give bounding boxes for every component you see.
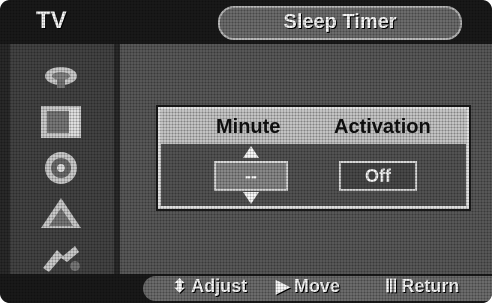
sidebar-item-sound[interactable]: [28, 148, 94, 188]
move-hint-label: Move: [293, 276, 340, 296]
return-hint: Ⅲ Return: [385, 276, 459, 297]
adjust-hint: ⬍ Adjust: [172, 276, 247, 297]
dialog-header: Minute Activation: [161, 110, 466, 144]
top-bar: TV Sleep Timer: [0, 0, 492, 44]
activation-column-label: Activation: [334, 116, 431, 138]
menu-title: TV: [36, 7, 67, 34]
setup-icon: [43, 246, 80, 272]
adjust-hint-label: Adjust: [191, 276, 248, 296]
picture-screen-icon: [41, 106, 81, 138]
menu-return-icon: Ⅲ: [385, 276, 398, 296]
speaker-icon: [45, 152, 77, 184]
activation-selector[interactable]: Off: [339, 161, 417, 191]
screen-title: Sleep Timer: [283, 11, 397, 33]
sidebar-item-setup[interactable]: [28, 238, 94, 278]
minute-down-arrow-icon[interactable]: [243, 192, 259, 204]
sidebar: [10, 44, 114, 274]
screen-title-pill: Sleep Timer: [218, 6, 462, 40]
channel-icon: [41, 198, 81, 228]
sidebar-item-channel[interactable]: [28, 194, 94, 234]
move-hint: ▶ Move: [276, 276, 340, 297]
satellite-dish-icon: [45, 67, 77, 88]
tv-screen: TV Sleep Timer Minute Activation -- Off …: [0, 0, 492, 303]
up-down-arrow-icon: ⬍: [172, 276, 188, 296]
minute-column-label: Minute: [216, 116, 281, 138]
sidebar-item-picture[interactable]: [28, 102, 94, 142]
return-hint-label: Return: [401, 276, 460, 296]
sidebar-item-satellite[interactable]: [28, 56, 94, 96]
minute-up-arrow-icon[interactable]: [243, 146, 259, 158]
dialog-body: -- Off: [161, 144, 466, 206]
right-arrow-icon: ▶: [276, 276, 290, 296]
minute-selector[interactable]: --: [214, 161, 288, 191]
bottom-bar: ⬍ Adjust ▶ Move Ⅲ Return: [0, 274, 492, 303]
sleep-timer-dialog: Minute Activation -- Off: [158, 107, 469, 209]
